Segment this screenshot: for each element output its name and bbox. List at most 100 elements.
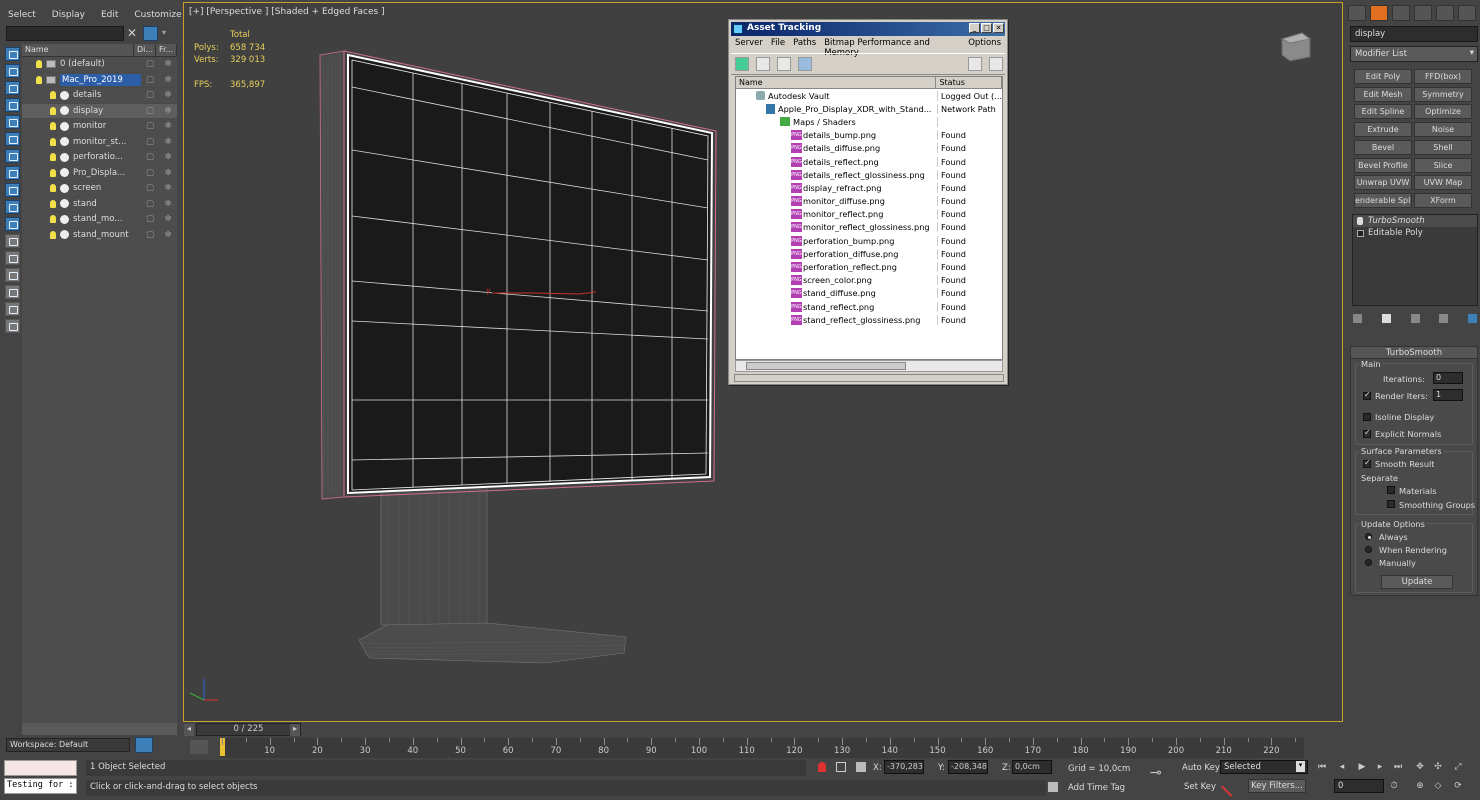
filter-icon[interactable] bbox=[143, 26, 158, 41]
zoom-extents-icon[interactable]: ⊕ bbox=[1414, 780, 1426, 792]
auto-key-button[interactable]: Auto Key bbox=[1182, 763, 1220, 773]
refresh-icon[interactable] bbox=[735, 57, 749, 71]
stack-item-turbosmooth[interactable]: TurboSmooth bbox=[1353, 215, 1477, 227]
scene-search-input[interactable] bbox=[6, 26, 124, 41]
hierarchy-tab-icon[interactable] bbox=[1392, 5, 1410, 21]
light-bulb-icon[interactable] bbox=[50, 215, 56, 224]
modifier-button[interactable]: Symmetry bbox=[1414, 86, 1472, 102]
asset-row[interactable]: PNG details_bump.png Found bbox=[736, 129, 1002, 142]
help-icon[interactable] bbox=[968, 57, 982, 71]
modifier-button[interactable]: enderable Splin bbox=[1354, 192, 1412, 208]
column-name[interactable]: Name bbox=[22, 44, 134, 56]
tree-row[interactable]: perforatio... ▢ ✻ bbox=[22, 150, 177, 166]
asset-row[interactable]: PNG stand_reflect.png Found bbox=[736, 300, 1002, 313]
light-bulb-icon[interactable] bbox=[36, 60, 42, 69]
asset-tracking-titlebar[interactable]: Asset Tracking _ □ ✕ bbox=[731, 22, 1005, 36]
maxscript-listener-input[interactable] bbox=[4, 760, 77, 776]
perspective-viewport[interactable]: [+] [Perspective ] [Shaded + Edged Faces… bbox=[183, 2, 1343, 722]
maximize-icon[interactable]: □ bbox=[981, 23, 992, 33]
explicit-normals-checkbox[interactable] bbox=[1363, 428, 1371, 438]
freeze-toggle-icon[interactable]: ✻ bbox=[159, 75, 177, 85]
clear-search-icon[interactable]: ✕ bbox=[127, 26, 139, 40]
tree-row[interactable]: stand ▢ ✻ bbox=[22, 197, 177, 212]
materials-checkbox[interactable] bbox=[1387, 486, 1395, 494]
tree-row[interactable]: Mac_Pro_2019 ▢ ✻ bbox=[22, 73, 177, 88]
render-iters-spinner[interactable]: 1 bbox=[1433, 389, 1463, 401]
filter-cameras-icon[interactable] bbox=[5, 98, 20, 112]
object-name-field[interactable]: display bbox=[1350, 26, 1478, 42]
modifier-button[interactable]: Slice bbox=[1414, 157, 1472, 173]
thumbnail-view-icon[interactable] bbox=[777, 57, 791, 71]
hide-toggle-icon[interactable]: ▢ bbox=[141, 106, 159, 116]
menu-customize[interactable]: Customize bbox=[126, 10, 189, 20]
column-display[interactable]: Di... bbox=[134, 44, 156, 56]
menu-edit[interactable]: Edit bbox=[93, 10, 126, 20]
modifier-button[interactable]: Shell bbox=[1414, 139, 1472, 155]
modifier-button[interactable]: Extrude bbox=[1354, 122, 1412, 138]
filter-frozen-icon[interactable] bbox=[5, 217, 20, 231]
always-radio[interactable] bbox=[1365, 533, 1372, 540]
key-selection-dropdown[interactable]: Selected ▾ bbox=[1220, 760, 1308, 774]
hide-toggle-icon[interactable]: ▢ bbox=[141, 230, 159, 240]
go-to-start-icon[interactable]: ⏮ bbox=[1316, 761, 1328, 773]
field-of-view-icon[interactable]: ◇ bbox=[1432, 780, 1444, 792]
filter-groups-icon[interactable] bbox=[5, 149, 20, 163]
prev-frame-icon[interactable]: ◂ bbox=[184, 724, 194, 736]
hide-toggle-icon[interactable]: ▢ bbox=[141, 75, 159, 85]
modifier-button[interactable]: FFD(box) bbox=[1414, 69, 1472, 84]
list-view-icon[interactable] bbox=[756, 57, 770, 71]
pin-stack-icon[interactable] bbox=[1352, 312, 1363, 324]
maximize-viewport-icon[interactable]: ⤢ bbox=[1452, 761, 1464, 773]
display-all-icon[interactable] bbox=[5, 234, 20, 248]
remove-modifier-icon[interactable] bbox=[1438, 312, 1450, 324]
light-bulb-icon[interactable] bbox=[50, 230, 56, 239]
modifier-button[interactable]: Edit Poly bbox=[1354, 69, 1412, 84]
layer-explorer-icon[interactable] bbox=[5, 319, 20, 333]
light-bulb-icon[interactable] bbox=[50, 137, 56, 146]
asset-row[interactable]: Autodesk Vault Logged Out (... bbox=[736, 89, 1002, 102]
hide-toggle-icon[interactable]: ▢ bbox=[141, 59, 159, 69]
isoline-display-checkbox[interactable] bbox=[1363, 413, 1371, 421]
light-bulb-icon[interactable] bbox=[50, 199, 56, 208]
render-iters-checkbox[interactable] bbox=[1363, 390, 1371, 400]
menu-bitmap-performance[interactable]: Bitmap Performance and Memory bbox=[820, 37, 964, 58]
modify-tab-icon[interactable] bbox=[1370, 5, 1388, 21]
next-frame-icon[interactable]: ▸ bbox=[290, 724, 300, 736]
light-bulb-icon[interactable] bbox=[50, 122, 56, 131]
hide-toggle-icon[interactable]: ▢ bbox=[141, 214, 159, 224]
iterations-spinner[interactable]: 0 bbox=[1433, 372, 1463, 384]
rollout-title[interactable]: TurboSmooth bbox=[1351, 347, 1477, 359]
freeze-toggle-icon[interactable]: ✻ bbox=[159, 183, 177, 193]
freeze-toggle-icon[interactable]: ✻ bbox=[159, 137, 177, 147]
asset-row[interactable]: PNG monitor_reflect.png Found bbox=[736, 208, 1002, 221]
modifier-button[interactable]: Edit Spline bbox=[1354, 104, 1412, 120]
column-asset-name[interactable]: Name bbox=[736, 77, 937, 88]
key-icon[interactable]: ⊸ bbox=[1150, 766, 1172, 780]
hide-toggle-icon[interactable]: ▢ bbox=[141, 137, 159, 147]
configure-modifier-sets-icon[interactable] bbox=[1467, 312, 1478, 324]
motion-tab-icon[interactable] bbox=[1414, 5, 1432, 21]
selection-lock-icon[interactable] bbox=[836, 762, 846, 772]
asset-row[interactable]: PNG stand_diffuse.png Found bbox=[736, 287, 1002, 300]
walk-through-icon[interactable]: ✣ bbox=[1432, 761, 1444, 773]
tree-row[interactable]: monitor_st... ▢ ✻ bbox=[22, 135, 177, 150]
freeze-toggle-icon[interactable]: ✻ bbox=[159, 152, 177, 162]
modifier-button[interactable]: Edit Mesh bbox=[1354, 86, 1412, 102]
modifier-button[interactable]: XForm bbox=[1414, 192, 1472, 208]
menu-select[interactable]: Select bbox=[0, 10, 44, 20]
freeze-toggle-icon[interactable]: ✻ bbox=[159, 168, 177, 178]
filter-helpers-icon[interactable] bbox=[5, 115, 20, 129]
create-tab-icon[interactable] bbox=[1348, 5, 1366, 21]
set-key-label[interactable]: Set Key bbox=[1184, 782, 1216, 792]
stack-item-editable-poly[interactable]: Editable Poly bbox=[1353, 227, 1477, 239]
asset-row[interactable]: PNG monitor_diffuse.png Found bbox=[736, 195, 1002, 208]
tree-row[interactable]: Pro_Displa... ▢ ✻ bbox=[22, 166, 177, 181]
time-tag-icon[interactable] bbox=[1048, 782, 1058, 792]
freeze-toggle-icon[interactable]: ✻ bbox=[159, 106, 177, 116]
asset-row[interactable]: PNG screen_color.png Found bbox=[736, 274, 1002, 287]
absolute-mode-icon[interactable] bbox=[856, 762, 866, 772]
manually-radio[interactable] bbox=[1365, 559, 1372, 566]
tree-row[interactable]: monitor ▢ ✻ bbox=[22, 119, 177, 135]
menu-paths[interactable]: Paths bbox=[789, 37, 820, 51]
set-key-icon[interactable] bbox=[1221, 777, 1241, 797]
